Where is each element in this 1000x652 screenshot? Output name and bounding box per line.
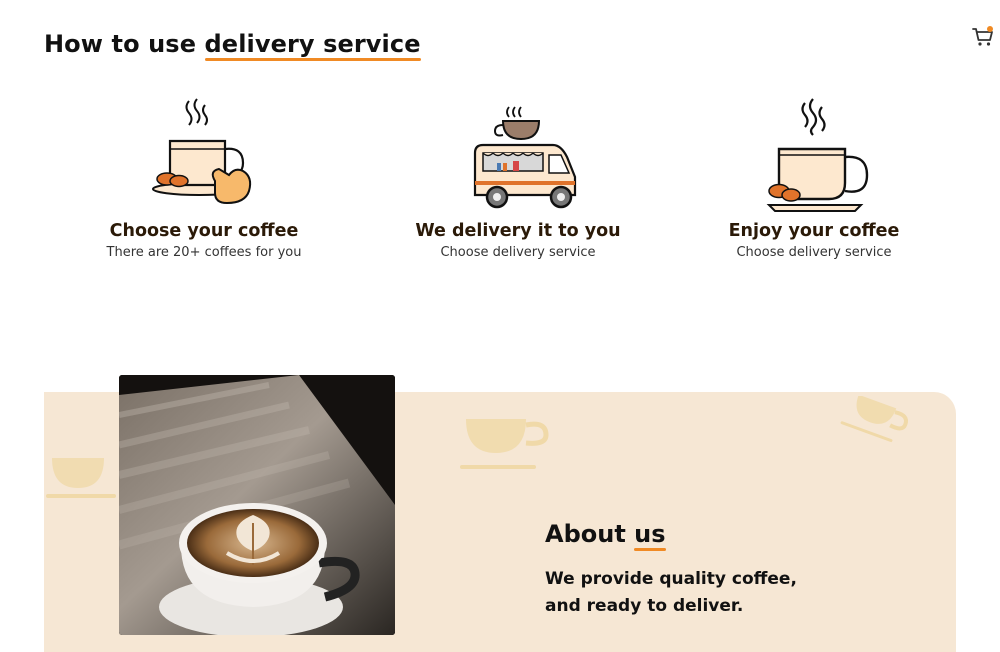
title-highlight: delivery service <box>204 30 421 61</box>
coffee-cup-steam-icon <box>766 98 869 212</box>
section-title: How to use delivery service <box>44 30 421 61</box>
latte-art-image <box>119 375 395 635</box>
step-subtitle: Choose delivery service <box>736 245 892 260</box>
cup-watermark-icon <box>46 458 116 498</box>
about-title-highlight: us <box>634 520 666 551</box>
step-title: Choose your coffee <box>109 221 299 241</box>
step-enjoy: Enjoy your coffee Choose delivery servic… <box>684 97 944 260</box>
title-prefix: How to use <box>44 30 205 58</box>
steps-row: Choose your coffee There are 20+ coffees… <box>0 95 1000 275</box>
cart-button[interactable] <box>970 23 996 49</box>
coffee-cup-hand-icon <box>152 98 252 205</box>
coffee-photo <box>119 375 395 635</box>
cup-watermark-icon <box>840 396 908 443</box>
about-title-prefix: About <box>545 520 635 548</box>
cup-watermark-icon <box>460 419 549 469</box>
step-title: Enjoy your coffee <box>728 221 900 241</box>
step-subtitle: There are 20+ coffees for you <box>106 245 302 260</box>
about-line-1: We provide quality coffee, <box>545 569 797 589</box>
step-delivery: We delivery it to you Choose delivery se… <box>388 97 648 260</box>
step-choose-coffee: Choose your coffee There are 20+ coffees… <box>74 97 334 260</box>
step-subtitle: Choose delivery service <box>440 245 596 260</box>
about-line-2: and ready to deliver. <box>545 596 744 616</box>
about-title: About us <box>545 520 666 551</box>
about-description: We provide quality coffee, and ready to d… <box>545 566 845 620</box>
step-title: We delivery it to you <box>415 221 621 241</box>
cart-notification-dot <box>987 26 993 32</box>
delivery-van-icon <box>473 106 577 209</box>
